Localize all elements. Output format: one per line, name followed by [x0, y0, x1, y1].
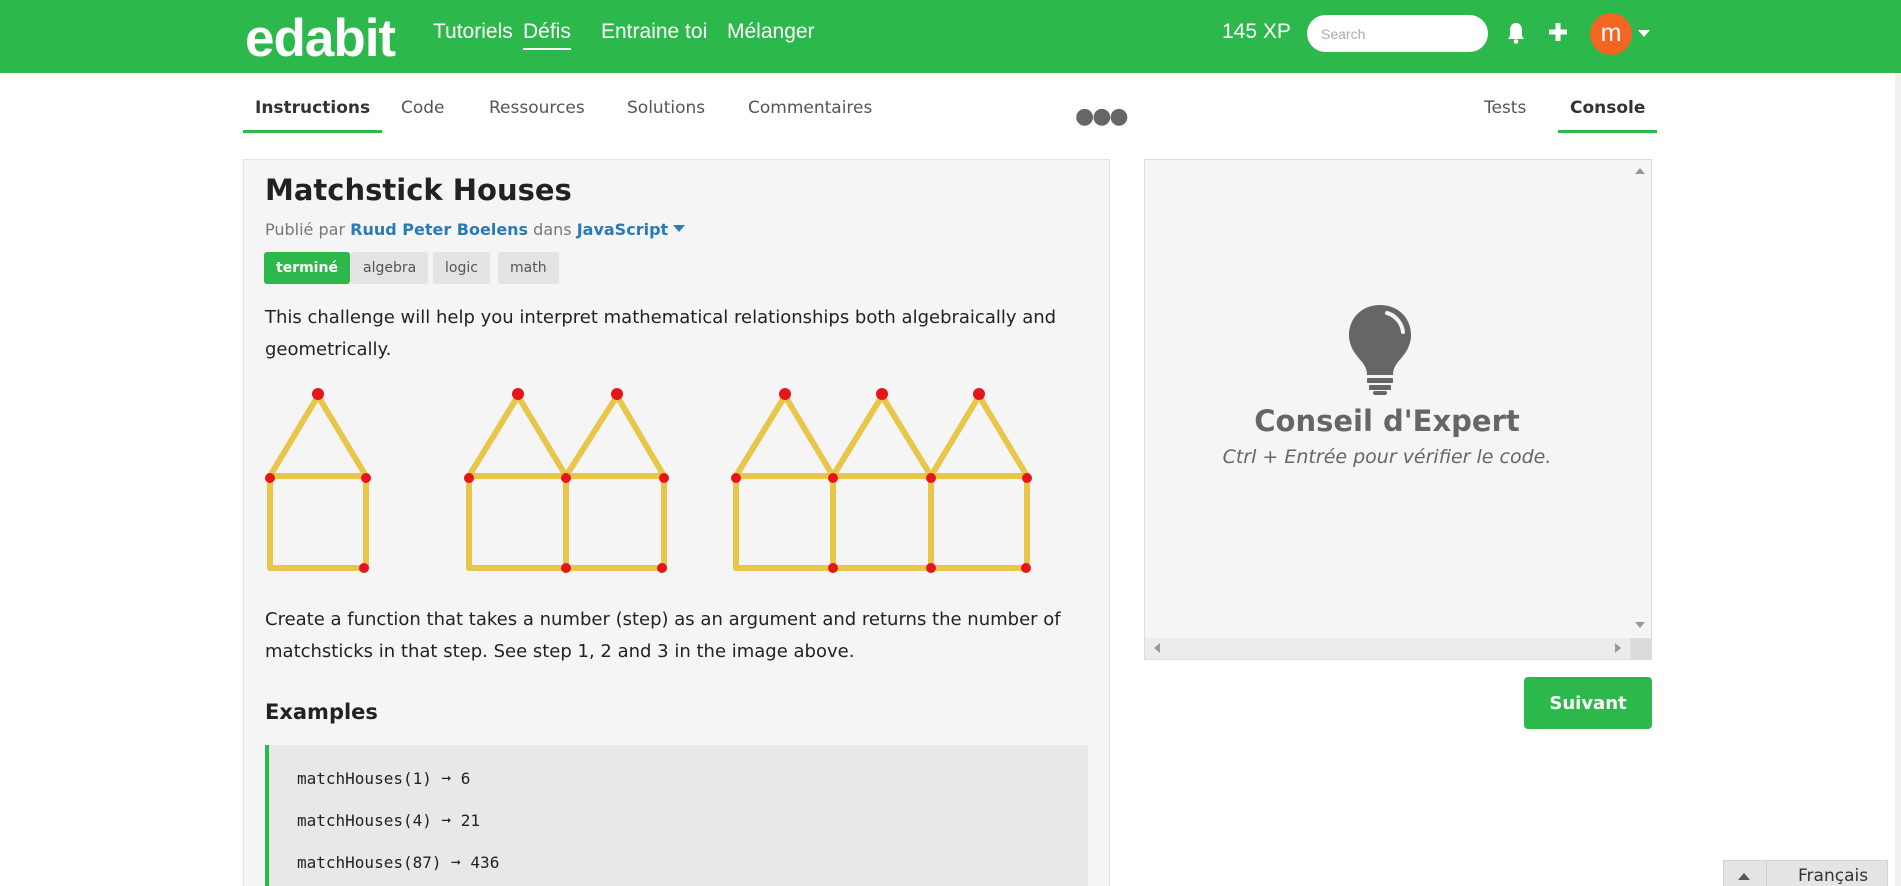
- search-input[interactable]: [1307, 15, 1488, 52]
- chevron-up-icon[interactable]: [1738, 873, 1750, 880]
- tab-solutions[interactable]: Solutions: [615, 98, 717, 130]
- challenge-description: Create a function that takes a number (s…: [265, 609, 1061, 662]
- scroll-up-icon[interactable]: [1635, 168, 1645, 174]
- xp-counter: 145 XP: [1222, 20, 1291, 43]
- more-options-icon[interactable]: ●●●: [1075, 104, 1129, 129]
- tab-code[interactable]: Code: [389, 98, 457, 130]
- in-label: dans: [533, 220, 572, 239]
- chevron-down-icon[interactable]: [1638, 30, 1650, 37]
- example-line: matchHouses(4) ➞ 21: [297, 811, 481, 830]
- scroll-down-icon[interactable]: [1635, 622, 1645, 628]
- divider: [1766, 861, 1767, 886]
- challenge-byline: Publié par Ruud Peter Boelens dans JavaS…: [265, 220, 686, 239]
- example-line: matchHouses(1) ➞ 6: [297, 769, 471, 788]
- language-dropdown[interactable]: JavaScript: [577, 220, 668, 239]
- examples-heading: Examples: [265, 700, 378, 724]
- chevron-down-icon[interactable]: [673, 225, 686, 232]
- tag-logic[interactable]: logic: [433, 252, 490, 284]
- next-button[interactable]: Suivant: [1524, 677, 1652, 729]
- tab-instructions[interactable]: Instructions: [243, 98, 383, 133]
- tag-math[interactable]: math: [498, 252, 559, 284]
- status-badge: terminé: [264, 252, 350, 284]
- tag-algebra[interactable]: algebra: [351, 252, 429, 284]
- scroll-left-icon[interactable]: [1154, 643, 1160, 653]
- console-vertical-scrollbar[interactable]: [1630, 160, 1651, 638]
- top-navbar: edabit Tutoriels Défis Entraine toi Méla…: [0, 0, 1901, 73]
- matchstick-houses-image: [265, 388, 1032, 573]
- avatar[interactable]: m: [1590, 13, 1632, 55]
- bell-icon[interactable]: [1505, 21, 1527, 45]
- nav-entraine-toi[interactable]: Entraine toi: [601, 20, 707, 44]
- lightbulb-icon: [1349, 305, 1411, 395]
- published-by-label: Publié par: [265, 220, 346, 239]
- nav-defis[interactable]: Défis: [523, 20, 571, 50]
- expert-tip-title: Conseil d'Expert: [1254, 404, 1520, 438]
- tab-tests[interactable]: Tests: [1472, 98, 1538, 130]
- tab-console[interactable]: Console: [1558, 98, 1658, 133]
- examples-code-block: matchHouses(1) ➞ 6 matchHouses(4) ➞ 21 m…: [265, 745, 1088, 886]
- tab-commentaires[interactable]: Commentaires: [736, 98, 884, 130]
- challenge-title: Matchstick Houses: [265, 173, 572, 207]
- language-label[interactable]: Français: [1798, 866, 1868, 886]
- nav-melanger[interactable]: Mélanger: [727, 20, 815, 44]
- expert-tip-text: Ctrl + Entrée pour vérifier le code.: [1222, 446, 1552, 468]
- example-line: matchHouses(87) ➞ 436: [297, 853, 500, 872]
- scroll-right-icon[interactable]: [1615, 643, 1621, 653]
- page-scrollbar[interactable]: [1895, 73, 1901, 886]
- author-link[interactable]: Ruud Peter Boelens: [350, 220, 528, 239]
- scrollbar-corner: [1630, 638, 1651, 659]
- console-horizontal-scrollbar[interactable]: [1145, 638, 1630, 659]
- challenge-intro: This challenge will help you interpret m…: [265, 307, 1057, 360]
- edabit-logo[interactable]: edabit: [245, 8, 396, 69]
- plus-icon[interactable]: [1546, 20, 1570, 44]
- tab-ressources[interactable]: Ressources: [477, 98, 597, 130]
- nav-tutoriels[interactable]: Tutoriels: [433, 20, 513, 44]
